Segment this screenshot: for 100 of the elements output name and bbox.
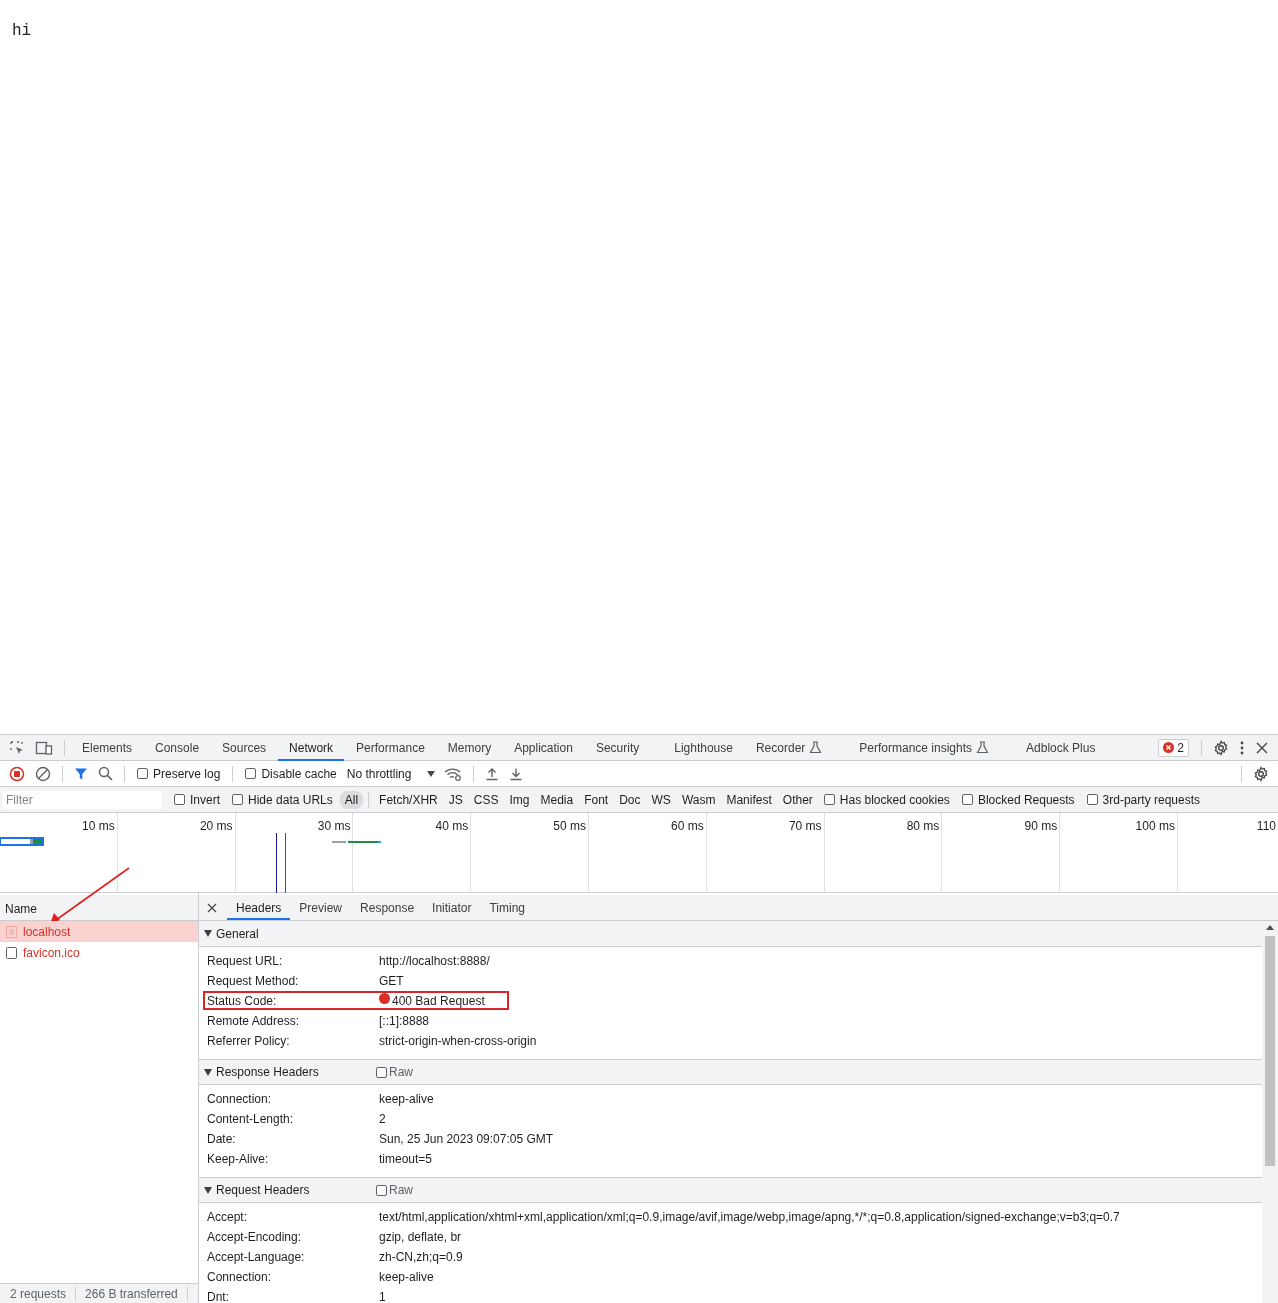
header-value: 2: [379, 1112, 386, 1126]
request-name: favicon.ico: [23, 945, 80, 960]
download-icon[interactable]: [509, 766, 524, 781]
header-value: GET: [379, 974, 404, 988]
close-icon[interactable]: [1255, 740, 1269, 755]
error-count-badge[interactable]: 2: [1158, 738, 1189, 757]
more-options-icon[interactable]: [1239, 739, 1245, 756]
tab[interactable]: Recorder: [744, 734, 834, 761]
checkbox[interactable]: [137, 768, 148, 779]
header-value: zh-CN,zh;q=0.9: [379, 1250, 463, 1264]
section-title: Response Headers: [216, 1065, 320, 1079]
checkbox-label: Raw: [389, 1183, 413, 1197]
time-tick-label: 80 ms: [906, 819, 940, 833]
header-value: 400 Bad Request: [392, 994, 485, 1008]
header-name: Date:: [207, 1132, 237, 1146]
document-icon: [6, 925, 17, 938]
header-name: Accept-Encoding:: [207, 1230, 303, 1244]
section-header[interactable]: Request Headers Raw: [199, 1177, 1262, 1203]
header-value: text/html,application/xhtml+xml,application/xml;q=0.9,image/avif,image/webp,image/apng,*/*;q=0.8,application/signed-exchange;v=b3;q=0.7: [379, 1210, 1120, 1224]
checkbox-label: Disable cache: [261, 766, 337, 781]
type-filter[interactable]: Media: [535, 790, 579, 809]
header-value: keep-alive: [379, 1092, 434, 1106]
header-value: 1: [379, 1290, 386, 1303]
section-title: Request Headers: [216, 1183, 311, 1197]
inspect-icon[interactable]: [9, 739, 25, 756]
checkbox[interactable]: [174, 794, 185, 805]
type-filter[interactable]: Other: [777, 790, 818, 809]
header-value: Sun, 25 Jun 2023 09:07:05 GMT: [379, 1132, 554, 1146]
type-filter[interactable]: All: [339, 790, 364, 809]
settings-icon[interactable]: [1253, 765, 1269, 782]
type-filter[interactable]: CSS: [468, 790, 504, 809]
header-name: Keep-Alive:: [207, 1152, 270, 1166]
error-icon: [1163, 742, 1175, 753]
tab[interactable]: Elements: [71, 734, 144, 761]
tab[interactable]: Adblock Plus: [1015, 734, 1107, 761]
checkbox-label: Has blocked cookies: [839, 792, 950, 807]
filter-icon[interactable]: [74, 766, 88, 781]
wifi-settings-icon[interactable]: [444, 766, 463, 781]
header-name: Remote Address:: [207, 1014, 301, 1028]
header-name: Connection:: [207, 1270, 273, 1284]
upload-icon[interactable]: [485, 766, 500, 781]
time-tick-label: 30 ms: [317, 819, 351, 833]
request-name: localhost: [23, 924, 71, 939]
section-header[interactable]: General: [199, 921, 1262, 947]
tab[interactable]: Application: [503, 734, 584, 761]
checkbox-label: Preserve log: [153, 766, 221, 781]
expand-triangle-icon[interactable]: [204, 1186, 212, 1194]
type-filter[interactable]: Wasm: [676, 790, 721, 809]
section-header[interactable]: Response Headers Raw: [199, 1059, 1262, 1085]
page-text: hi: [12, 22, 33, 40]
header-name: Connection:: [207, 1092, 273, 1106]
type-filter[interactable]: WS: [646, 790, 676, 809]
tab[interactable]: Memory: [436, 734, 503, 761]
checkbox-label: Raw: [389, 1065, 413, 1079]
tab[interactable]: Initiator: [423, 895, 481, 920]
scrollbar-thumb[interactable]: [1265, 936, 1275, 1166]
time-tick-label: 20 ms: [199, 819, 233, 833]
request-row[interactable]: localhost: [0, 921, 198, 942]
checkbox[interactable]: [376, 1184, 387, 1196]
checkbox[interactable]: [245, 768, 257, 779]
type-filter[interactable]: Img: [504, 790, 535, 809]
settings-icon[interactable]: [1213, 739, 1229, 756]
request-row[interactable]: favicon.ico: [0, 942, 198, 963]
tab[interactable]: Performance: [345, 734, 436, 761]
checkbox-label: Blocked Requests: [977, 792, 1075, 807]
tab[interactable]: Response: [351, 895, 424, 920]
tab[interactable]: Lighthouse: [663, 734, 744, 761]
checkbox[interactable]: [961, 794, 973, 805]
close-icon[interactable]: [207, 902, 217, 913]
expand-triangle-icon[interactable]: [204, 930, 212, 937]
search-icon[interactable]: [98, 766, 113, 781]
tab[interactable]: Timing: [480, 895, 534, 920]
stop-recording-icon[interactable]: [9, 765, 25, 782]
type-filter[interactable]: Manifest: [721, 790, 777, 809]
type-filter[interactable]: Font: [579, 790, 614, 809]
checkbox[interactable]: [376, 1066, 387, 1078]
expand-triangle-icon[interactable]: [204, 1068, 212, 1076]
checkbox-label: Hide data URLs: [248, 792, 333, 807]
scrollbar[interactable]: [1262, 921, 1278, 1303]
load-line: [285, 833, 286, 893]
header-name: Request URL:: [207, 954, 284, 968]
column-header[interactable]: Name: [0, 895, 198, 921]
clear-icon[interactable]: [35, 765, 51, 782]
throttling-dropdown[interactable]: No throttling: [342, 766, 440, 781]
tab[interactable]: Security: [584, 734, 651, 761]
time-tick-label: 110: [1256, 819, 1276, 833]
tab[interactable]: Sources: [211, 734, 278, 761]
checkbox[interactable]: [232, 794, 243, 805]
scroll-up-icon[interactable]: [1266, 925, 1274, 930]
tab[interactable]: Performance insights: [848, 734, 1001, 761]
type-filter[interactable]: JS: [443, 790, 468, 809]
tab[interactable]: Console: [144, 734, 211, 761]
filter-field[interactable]: Filter: [2, 790, 162, 809]
type-filter[interactable]: Doc: [614, 790, 646, 809]
device-toolbar-icon[interactable]: [35, 739, 53, 756]
caret-icon: [427, 770, 436, 777]
checkbox[interactable]: [823, 794, 835, 805]
type-filter[interactable]: Fetch/XHR: [374, 790, 443, 809]
checkbox[interactable]: [1086, 794, 1098, 805]
tab[interactable]: Preview: [290, 895, 352, 920]
